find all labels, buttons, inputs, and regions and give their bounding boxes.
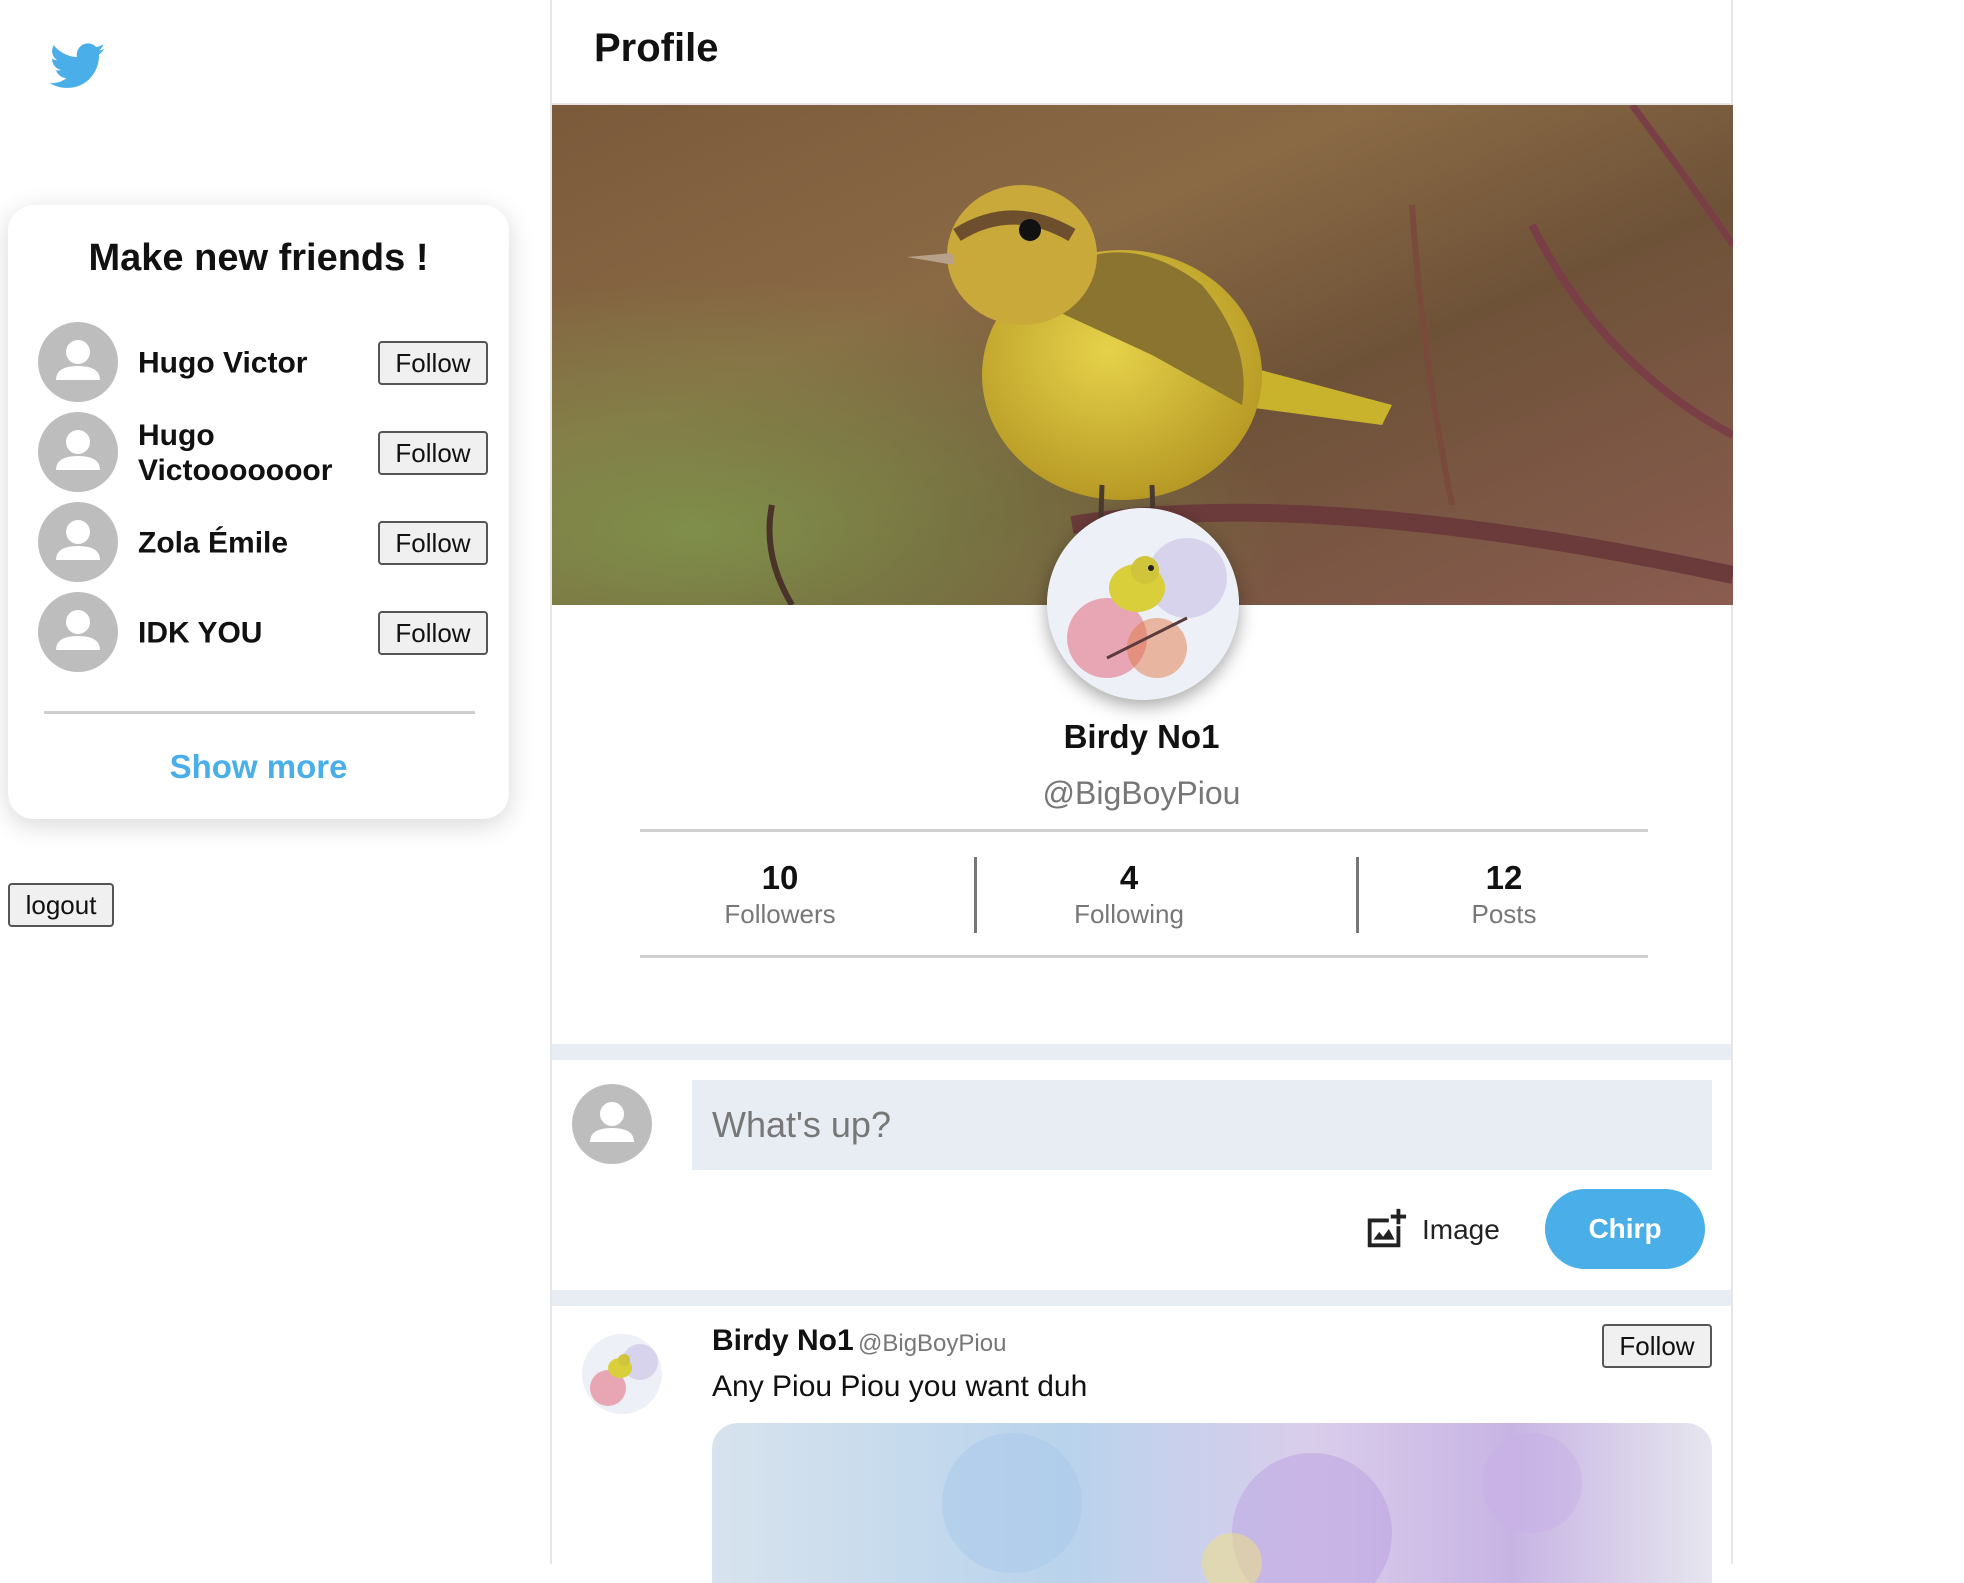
stat-posts[interactable]: 12 Posts xyxy=(1361,858,1647,930)
profile-name: Birdy No1 xyxy=(1063,718,1220,755)
follow-button[interactable]: Follow xyxy=(378,431,488,475)
friend-name: IDK YOU xyxy=(138,616,263,650)
make-new-friends-card: Make new friends ! Hugo Victor Follow Hu… xyxy=(8,205,509,819)
default-user-icon xyxy=(38,322,118,402)
compose-input[interactable] xyxy=(692,1080,1712,1170)
default-user-icon xyxy=(38,412,118,492)
stat-separator xyxy=(974,857,977,933)
main-column: Profile Birdy No1 @BigBoyPiou 10 Followe… xyxy=(550,0,1733,1583)
section-divider xyxy=(552,1290,1731,1306)
default-user-icon xyxy=(38,502,118,582)
show-more-link[interactable]: Show more xyxy=(8,748,509,786)
tweet-author-name[interactable]: Birdy No1 xyxy=(712,1324,854,1358)
tweet-author-avatar[interactable] xyxy=(582,1334,662,1414)
follow-button[interactable]: Follow xyxy=(378,611,488,655)
follow-button[interactable]: Follow xyxy=(1602,1324,1712,1368)
add-image-icon xyxy=(1367,1208,1407,1248)
tweet-image[interactable] xyxy=(712,1423,1712,1583)
friend-name: Zola Émile xyxy=(138,526,289,560)
profile-handle: @BigBoyPiou xyxy=(1042,775,1241,811)
stat-label: Posts xyxy=(1471,899,1537,929)
chirp-button[interactable]: Chirp xyxy=(1545,1189,1705,1269)
logout-button[interactable]: logout xyxy=(8,883,114,927)
twitter-bird-icon[interactable] xyxy=(49,38,106,94)
stat-label: Followers xyxy=(724,899,836,929)
tweet-text: Any Piou Piou you want duh xyxy=(712,1370,1088,1403)
friend-suggestion-item: Zola Émile Follow xyxy=(38,502,488,584)
stat-separator xyxy=(1356,857,1359,933)
divider xyxy=(44,711,475,714)
stat-followers[interactable]: 10 Followers xyxy=(640,858,920,930)
default-user-icon xyxy=(572,1084,652,1164)
stat-label: Following xyxy=(1074,899,1184,929)
friend-suggestion-item: Hugo Victor Follow xyxy=(38,322,488,404)
divider xyxy=(640,829,1648,832)
friends-card-title: Make new friends ! xyxy=(88,237,429,279)
tweet-author-handle[interactable]: @BigBoyPiou xyxy=(858,1330,1006,1358)
follow-button[interactable]: Follow xyxy=(378,341,488,385)
profile-avatar[interactable] xyxy=(1047,508,1239,700)
add-image-label: Image xyxy=(1422,1214,1500,1245)
stat-value: 4 xyxy=(1119,859,1139,896)
friend-name: Hugo Victooooooor xyxy=(138,419,333,487)
divider xyxy=(640,955,1648,958)
page-title: Profile xyxy=(594,26,719,70)
add-image-button[interactable]: Image xyxy=(1362,1205,1500,1255)
stat-following[interactable]: 4 Following xyxy=(979,858,1279,930)
default-user-icon xyxy=(38,592,118,672)
stat-value: 12 xyxy=(1485,859,1523,896)
friend-name: Hugo Victor xyxy=(138,346,308,380)
friend-suggestion-item: Hugo Victooooooor Follow xyxy=(38,412,488,494)
follow-button[interactable]: Follow xyxy=(378,521,488,565)
friend-suggestion-item: IDK YOU Follow xyxy=(38,592,488,674)
section-divider xyxy=(552,1044,1731,1060)
stat-value: 10 xyxy=(761,859,799,896)
